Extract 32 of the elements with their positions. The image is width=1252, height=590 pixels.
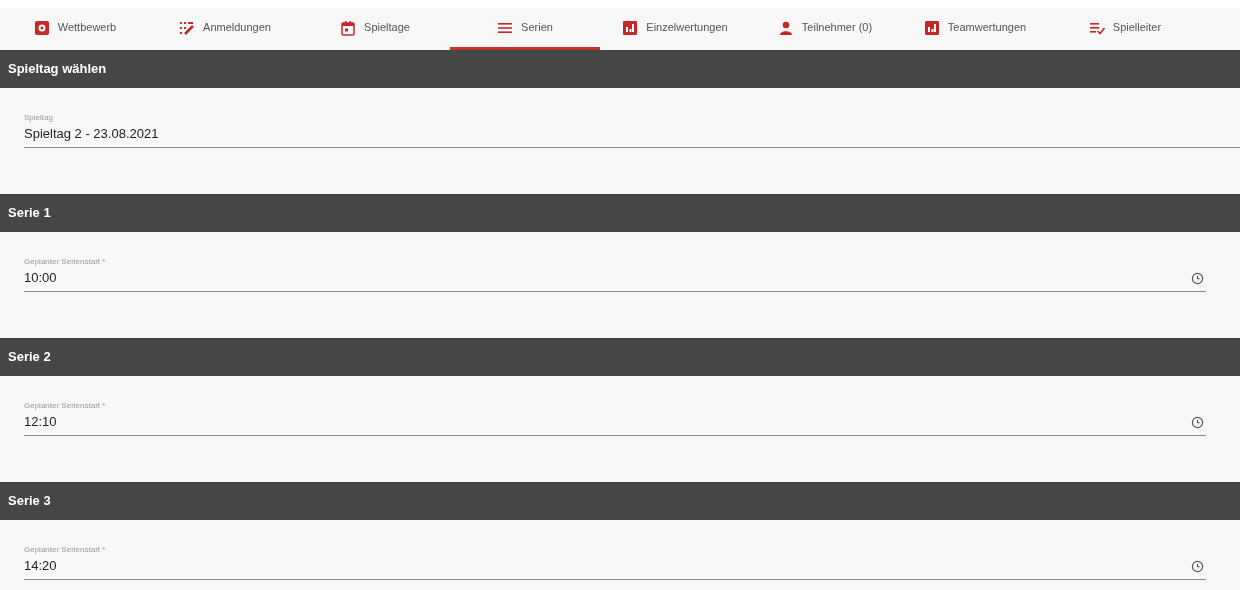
time-field[interactable]: Geplanter Serienstart * 12:10	[24, 396, 1206, 436]
tab[interactable]: Wettbewerb	[0, 8, 150, 50]
dotted-pencil-icon	[179, 19, 196, 36]
field-value: 14:20	[24, 556, 58, 575]
gear-icon	[33, 19, 50, 36]
field-label: Geplanter Serienstart *	[24, 255, 107, 268]
tab[interactable]: Einzelwertungen	[600, 8, 750, 50]
section-header: Serie 3	[0, 482, 1240, 520]
bar-chart-icon	[923, 19, 940, 36]
tab[interactable]: Teilnehmer (0)	[750, 8, 900, 50]
tab[interactable]: Spielleiter	[1050, 8, 1200, 50]
tab[interactable]: Spieltage	[300, 8, 450, 50]
section-header: Serie 1	[0, 194, 1240, 232]
bar-chart-icon	[622, 19, 639, 36]
field-label: Geplanter Serienstart *	[24, 399, 107, 412]
field-value: 12:10	[24, 412, 58, 431]
field-value: Spieltag 2 - 23.08.2021	[24, 124, 160, 143]
select-field[interactable]: Spieltag Spieltag 2 - 23.08.2021	[24, 108, 1240, 148]
tab[interactable]: Anmeldungen	[150, 8, 300, 50]
calendar-icon	[340, 19, 357, 36]
field-label: Spieltag	[24, 111, 54, 124]
person-icon	[777, 19, 794, 36]
tab[interactable]: Teamwertungen	[900, 8, 1050, 50]
time-field[interactable]: Geplanter Serienstart * 14:20	[24, 540, 1206, 580]
clock-icon[interactable]	[1191, 416, 1204, 429]
time-field[interactable]: Geplanter Serienstart * 10:00	[24, 252, 1206, 292]
section-header: Spieltag wählen	[0, 50, 1240, 88]
clock-icon[interactable]	[1191, 560, 1204, 573]
field-value: 10:00	[24, 268, 58, 287]
clock-icon[interactable]	[1191, 272, 1204, 285]
field-label: Geplanter Serienstart *	[24, 543, 107, 556]
section-header: Serie 2	[0, 338, 1240, 376]
